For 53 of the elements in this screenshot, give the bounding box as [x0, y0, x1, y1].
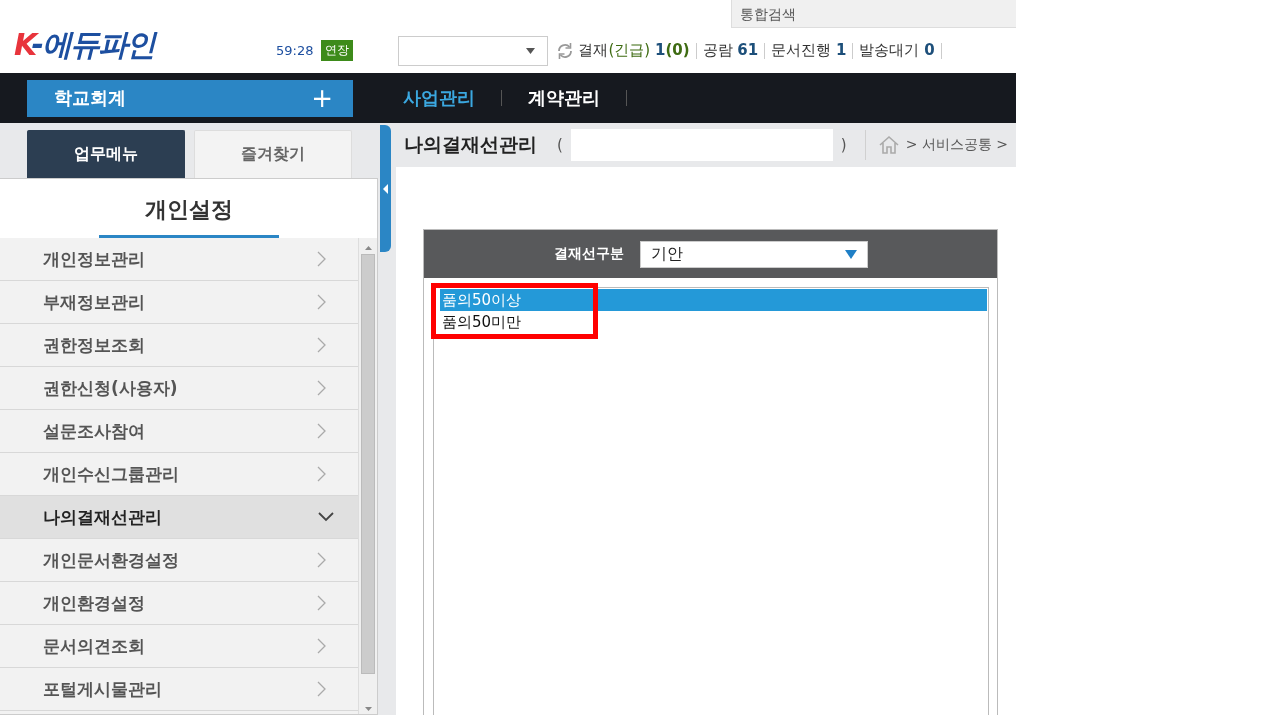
- chevron-right-icon: [317, 423, 326, 439]
- list-option[interactable]: 품의50미만: [440, 311, 987, 333]
- page-title: 나의결재선관리: [404, 132, 537, 157]
- chevron-down-icon: [318, 512, 334, 522]
- menu-item[interactable]: 설문조사참여: [0, 410, 358, 453]
- breadcrumb: > 서비스공통 >: [905, 136, 1009, 154]
- chevron-right-icon: [317, 380, 326, 396]
- menu-item[interactable]: 문서의견조회: [0, 625, 358, 668]
- status-link[interactable]: 결재(긴급) 1(0): [578, 41, 696, 60]
- chevron-right-icon: [317, 595, 326, 611]
- menu-item[interactable]: 개인정보관리: [0, 238, 358, 281]
- dropdown-arrow-icon: [526, 47, 536, 54]
- collapse-arrow-icon: [383, 183, 388, 194]
- scroll-thumb[interactable]: [361, 254, 375, 674]
- dropdown[interactable]: [398, 35, 549, 66]
- scroll-up-icon: [364, 246, 372, 250]
- chevron-right-icon: [317, 466, 326, 482]
- extend-button[interactable]: 연장: [321, 40, 354, 61]
- menu-item[interactable]: 개인환경설정: [0, 582, 358, 625]
- status-link[interactable]: 공람 61: [696, 41, 765, 60]
- filter-label: 결재선구분: [553, 245, 624, 263]
- chevron-right-icon: [317, 294, 326, 310]
- module-button[interactable]: 학교회계 +: [27, 79, 353, 117]
- home-icon: [877, 135, 900, 155]
- menu-item[interactable]: 개인문서환경설정: [0, 539, 358, 582]
- logo[interactable]: K-에듀파인: [14, 25, 214, 66]
- menu-item[interactable]: 개인수신그룹관리: [0, 453, 358, 496]
- refresh-icon: [556, 41, 575, 60]
- dropdown-arrow-icon: [844, 249, 857, 259]
- menu-item[interactable]: 포털게시물관리: [0, 668, 358, 711]
- menu-item[interactable]: 권한신청(사용자): [0, 367, 358, 410]
- sidebar-tab[interactable]: 업무메뉴: [27, 130, 185, 178]
- chevron-right-icon: [317, 552, 326, 568]
- paren: ): [840, 136, 847, 154]
- status-link[interactable]: 발송대기 0: [853, 41, 941, 60]
- nav-tab[interactable]: 계약관리: [528, 86, 600, 110]
- sidebar-tab[interactable]: 즐겨찾기: [194, 130, 352, 178]
- menu-item[interactable]: 나의결재선관리: [0, 496, 358, 539]
- menu-item[interactable]: 부재정보관리: [0, 281, 358, 324]
- chevron-right-icon: [317, 638, 326, 654]
- chevron-right-icon: [317, 337, 326, 353]
- scrollbar[interactable]: [358, 238, 377, 714]
- search-field[interactable]: 통합검색: [731, 0, 1016, 28]
- chevron-right-icon: [317, 681, 326, 697]
- scroll-down-icon: [364, 707, 372, 711]
- status-link[interactable]: 문서진행 1: [765, 41, 853, 60]
- filter-select[interactable]: 기안: [639, 240, 868, 268]
- menu-item[interactable]: 권한정보조회: [0, 324, 358, 367]
- session-timer: 59:28: [276, 43, 314, 58]
- chevron-right-icon: [317, 251, 326, 267]
- paren: (: [557, 136, 563, 154]
- collapse-handle[interactable]: [380, 125, 391, 252]
- nav-tab[interactable]: 사업관리: [403, 86, 475, 110]
